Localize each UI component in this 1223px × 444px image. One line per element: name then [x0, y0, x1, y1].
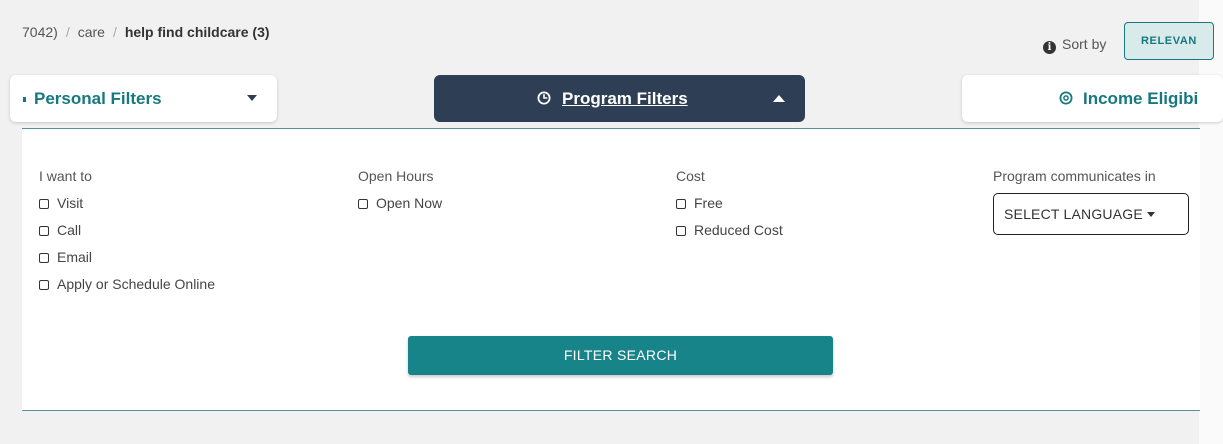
breadcrumb: 7042) / care / help find childcare (3) [22, 24, 270, 40]
sort-control: i Sort by [1043, 36, 1106, 54]
checkbox[interactable] [676, 199, 686, 209]
option-visit[interactable]: Visit [39, 193, 215, 220]
tab-program-filters-label: Program Filters [562, 89, 688, 108]
filter-group-title: I want to [39, 168, 92, 184]
select-language-label: SELECT LANGUAGE [1004, 206, 1143, 222]
option-label: Reduced Cost [694, 222, 783, 238]
chevron-down-icon [247, 95, 257, 101]
checkbox[interactable] [676, 226, 686, 236]
option-label: Free [694, 195, 723, 211]
option-label: Email [57, 249, 93, 265]
checkbox[interactable] [358, 199, 368, 209]
option-call[interactable]: Call [39, 220, 215, 247]
clock-icon [537, 91, 551, 105]
income-icon [1059, 91, 1073, 105]
filter-group-language: Program communicates in SELECT LANGUAGE [993, 166, 1189, 235]
option-label: Call [57, 222, 82, 238]
option-email[interactable]: Email [39, 247, 215, 274]
chevron-up-icon [773, 95, 785, 102]
tab-personal-filters[interactable]: Personal Filters [10, 75, 277, 122]
option-label: Apply or Schedule Online [57, 276, 215, 292]
breadcrumb-current: help find childcare (3) [124, 24, 270, 40]
checkbox[interactable] [39, 226, 49, 236]
checkbox[interactable] [39, 199, 49, 209]
info-icon[interactable]: i [1043, 41, 1056, 54]
option-label: Open Now [376, 195, 443, 211]
filter-group-open-hours: Open Hours Open Now [358, 166, 442, 220]
tab-personal-filters-label: Personal Filters [34, 89, 162, 108]
breadcrumb-separator: / [112, 24, 117, 40]
option-free[interactable]: Free [676, 193, 783, 220]
filter-group-title: Open Hours [358, 168, 434, 184]
breadcrumb-item-location[interactable]: 7042) [22, 24, 58, 40]
caret-down-icon [1146, 212, 1155, 217]
checkbox[interactable] [39, 253, 49, 263]
option-label: Visit [57, 195, 84, 211]
personal-filters-icon [23, 97, 26, 102]
filter-search-button[interactable]: FILTER SEARCH [408, 336, 833, 375]
right-scroll-area [1199, 0, 1223, 444]
tab-income-eligibility-label: Income Eligibi [1083, 89, 1199, 108]
select-language-dropdown[interactable]: SELECT LANGUAGE [993, 193, 1189, 235]
breadcrumb-separator: / [65, 24, 70, 40]
filter-group-cost: Cost Free Reduced Cost [676, 166, 783, 247]
tab-program-filters[interactable]: Program Filters [434, 75, 805, 122]
tab-income-eligibility[interactable]: Income Eligibi [962, 75, 1223, 122]
sort-label: Sort by [1062, 36, 1107, 52]
option-apply-or-schedule-online[interactable]: Apply or Schedule Online [39, 274, 215, 301]
filter-group-title: Cost [676, 168, 705, 184]
breadcrumb-item-care[interactable]: care [78, 24, 105, 40]
option-reduced-cost[interactable]: Reduced Cost [676, 220, 783, 247]
option-open-now[interactable]: Open Now [358, 193, 442, 220]
filter-group-title: Program communicates in [993, 168, 1156, 184]
checkbox[interactable] [39, 280, 49, 290]
sort-dropdown-button[interactable]: RELEVAN [1124, 22, 1214, 60]
filter-group-i-want-to: I want to Visit Call Email Apply or Sche… [39, 166, 215, 301]
